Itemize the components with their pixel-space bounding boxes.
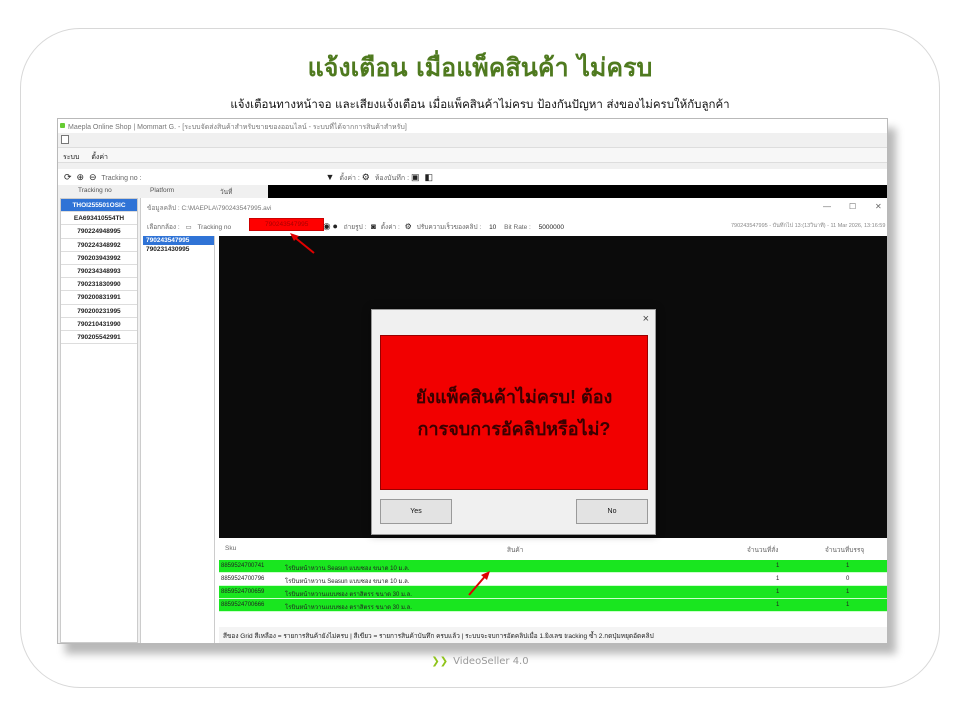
tracking-label: Tracking no [197, 224, 232, 231]
table-row[interactable]: 8859524700796 โรบินหน้าหวาน Seasun แบบซอ… [219, 573, 887, 586]
photo-label: ถ่ายรูป : [343, 224, 367, 231]
row-ordered: 1 [776, 576, 780, 582]
app-titlebar: Maepla Online Shop | Mommart G. - [ระบบจ… [58, 119, 887, 133]
header-sku[interactable]: Sku [225, 545, 236, 552]
tracking-search-label: Tracking no : [101, 175, 142, 182]
tracking-list: THOI255501OSIC EA693410554TH 79022494899… [60, 198, 138, 643]
clip-item[interactable]: 790243547995 [143, 236, 214, 245]
tracking-input[interactable]: 790243547995 [249, 218, 324, 231]
toolbar-record-label: ห้องบันทึก : [374, 175, 410, 182]
tracking-item[interactable]: 790231830990 [61, 278, 137, 292]
page-footer: ❯❯ VideoSeller 4.0 [0, 656, 960, 667]
speaker-icon[interactable]: ◧ [424, 172, 433, 182]
remove-icon[interactable]: ⊖ [89, 172, 97, 182]
main-toolbar: ⟳ ⊕ ⊖ Tracking no : ▼ ตั้งค่า : ⚙ ห้องบั… [58, 169, 887, 185]
stop-icon[interactable]: ● [332, 221, 337, 231]
row-ordered: 1 [776, 563, 780, 569]
tracking-item[interactable]: 790234348993 [61, 265, 137, 279]
row-packed: 1 [846, 563, 850, 569]
tracking-item[interactable]: 790210431990 [61, 318, 137, 331]
row-packed: 1 [846, 602, 850, 608]
row-sku: 8859524700796 [221, 576, 265, 582]
leaf-icon: ❯❯ [431, 656, 449, 667]
panel-toolbar: เลือกกล้อง : ▭ Tracking no ◉ ● ถ่ายรูป :… [147, 221, 564, 232]
column-tracking[interactable]: Tracking no [78, 187, 112, 194]
row-ordered: 1 [776, 602, 780, 608]
gear-icon[interactable]: ⚙ [362, 172, 370, 182]
incomplete-pack-dialog: × ยังแพ็คสินค้าไม่ครบ! ต้อง การจบการอัคล… [371, 309, 656, 535]
minimize-button[interactable]: — [823, 202, 831, 211]
clip-item[interactable]: 790231430995 [143, 245, 214, 254]
column-platform[interactable]: Platform [150, 187, 174, 194]
row-product: โรบินหน้าหวานแบบซอง ตราสิตรร ขนาด 30 ม.ล… [285, 592, 412, 598]
app-title: Maepla Online Shop | Mommart G. - [ระบบจ… [68, 124, 407, 131]
row-packed: 0 [846, 576, 850, 582]
row-sku: 8859524700666 [221, 602, 265, 608]
header-product[interactable]: สินค้า [507, 545, 523, 555]
tracking-item[interactable]: THOI255501OSIC [61, 199, 137, 213]
folder-icon[interactable]: ▣ [411, 172, 420, 182]
row-packed: 1 [846, 589, 850, 595]
row-sku: 8859524700659 [221, 589, 265, 595]
clip-list: 790243547995 790231430995 [143, 236, 215, 643]
close-window-button[interactable]: ✕ [875, 202, 882, 211]
panel-settings-label: ตั้งค่า : [380, 224, 400, 231]
grid-status-bar: สีของ Grid สีเหลือง = รายการสินค้ายังไม่… [219, 627, 887, 643]
dialog-close-button[interactable]: × [643, 313, 649, 325]
page-subheading: แจ้งเตือนทางหน้าจอ และเสียงแจ้งเตือน เมื… [230, 97, 730, 111]
page-heading: แจ้งเตือน เมื่อแพ็คสินค้า ไม่ครบ [307, 53, 653, 82]
tracking-item[interactable]: EA693410554TH [61, 212, 137, 226]
yes-button[interactable]: Yes [380, 499, 452, 524]
header-ordered[interactable]: จำนวนที่สั่ง [747, 545, 778, 555]
recording-info: 790243547995 - บันทึกไป 13:(13วินาที) - … [731, 223, 886, 229]
alert-message: ยังแพ็คสินค้าไม่ครบ! ต้อง การจบการอัคลิป… [381, 381, 647, 445]
row-sku: 8859524700741 [221, 563, 265, 569]
column-date[interactable]: วันที่ [220, 187, 232, 197]
add-icon[interactable]: ⊕ [77, 172, 85, 182]
toolbar-settings-label: ตั้งค่า : [339, 175, 360, 182]
alert-line-1: ยังแพ็คสินค้าไม่ครบ! ต้อง [415, 387, 613, 407]
header-packed[interactable]: จำนวนที่บรรจุ [825, 545, 864, 555]
table-row[interactable]: 8859524700741 โรบินหน้าหวาน Seasun แบบซอ… [219, 560, 887, 573]
bitrate-label: Bit Rate : [504, 224, 531, 231]
maximize-button[interactable]: ☐ [849, 202, 856, 211]
menu-bar: ระบบ ตั้งค่า [58, 147, 887, 163]
menu-settings[interactable]: ตั้งค่า [91, 154, 108, 161]
app-screenshot: Maepla Online Shop | Mommart G. - [ระบบจ… [57, 118, 888, 644]
tracking-item[interactable]: 790200831991 [61, 291, 137, 305]
table-row[interactable]: 8859524700659 โรบินหน้าหวานแบบซอง ตราสิต… [219, 586, 887, 599]
speed-label: ปรับความเร็วของคลิป : [416, 224, 482, 231]
speed-value[interactable]: 10 [489, 224, 496, 231]
camera-label: เลือกกล้อง : [147, 224, 180, 231]
photo-icon[interactable]: ◙ [371, 222, 376, 231]
no-button[interactable]: No [576, 499, 648, 524]
menu-system[interactable]: ระบบ [63, 154, 79, 161]
arrow-tracking-icon [290, 233, 315, 254]
product-grid: 8859524700741 โรบินหน้าหวาน Seasun แบบซอ… [219, 560, 887, 625]
row-ordered: 1 [776, 589, 780, 595]
alert-line-2: การจบการอัคลิปหรือไม่? [417, 419, 611, 439]
clip-path-title: ข้อมูลคลิป : C:\MAEPLA\790243547995.avi [147, 205, 272, 212]
row-product: โรบินหน้าหวาน Seasun แบบซอง ขนาด 10 ม.ล. [285, 579, 410, 585]
tracking-item[interactable]: 790200231995 [61, 305, 137, 318]
bitrate-value[interactable]: 5000000 [539, 224, 564, 231]
filter-icon[interactable]: ▼ [325, 172, 334, 182]
tracking-item[interactable]: 790224348992 [61, 239, 137, 252]
table-row[interactable]: 8859524700666 โรบินหน้าหวานแบบซอง ตราสิต… [219, 599, 887, 612]
tracking-item[interactable]: 790224948995 [61, 225, 137, 239]
grid-header: Sku สินค้า จำนวนที่สั่ง จำนวนที่บรรจุ [219, 538, 887, 560]
tracking-item[interactable]: 790205542991 [61, 331, 137, 345]
row-product: โรบินหน้าหวาน Seasun แบบซอง ขนาด 10 ม.ล. [285, 566, 410, 572]
tracking-item[interactable]: 790203943992 [61, 252, 137, 265]
document-icon[interactable] [61, 135, 69, 144]
panel-gear-icon[interactable]: ⚙ [405, 222, 412, 231]
refresh-icon[interactable]: ⟳ [64, 172, 72, 182]
alert-message-box: ยังแพ็คสินค้าไม่ครบ! ต้อง การจบการอัคลิป… [380, 335, 648, 490]
arrow-row-icon [468, 571, 490, 596]
camera-icon[interactable]: ▭ [185, 224, 191, 231]
row-product: โรบินหน้าหวานแบบซอง ตราสิตรร ขนาด 30 ม.ล… [285, 605, 412, 611]
footer-text: VideoSeller 4.0 [453, 656, 529, 667]
app-icon [60, 123, 65, 128]
